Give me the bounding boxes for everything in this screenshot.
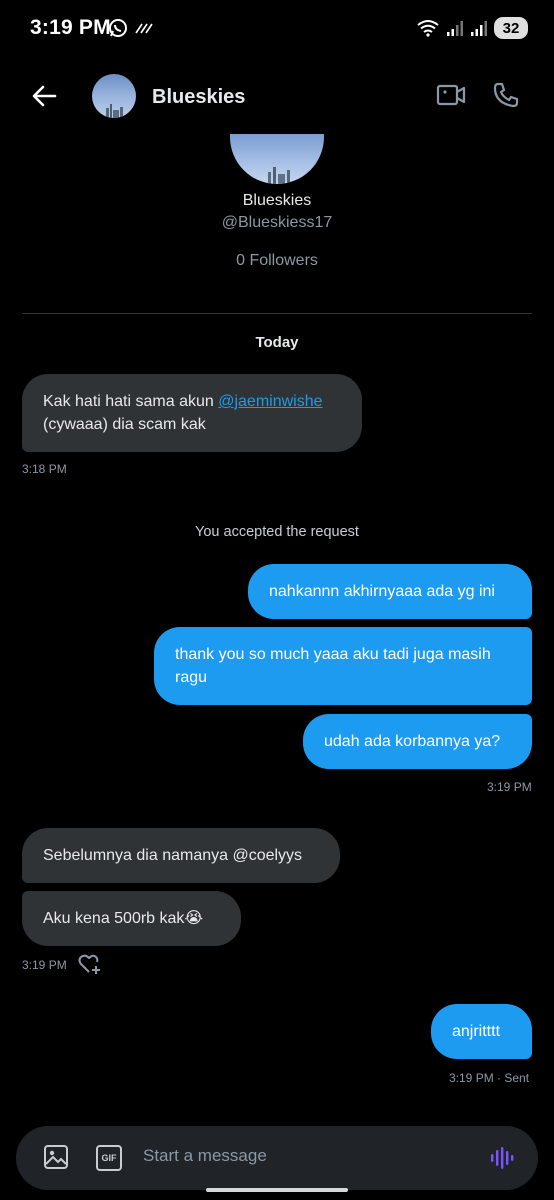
mention-link[interactable]: @jaeminwishe (218, 393, 322, 410)
gif-label: GIF (101, 1153, 117, 1163)
outgoing-message[interactable]: anjritttt (431, 1004, 532, 1059)
conversation-header: Blueskies (0, 64, 554, 130)
incoming-message[interactable]: Sebelumnya dia namanya @coelyys (22, 828, 340, 883)
message-text-part: (cywaaa) dia scam kak (43, 416, 206, 433)
outgoing-message[interactable]: thank you so much yaaa aku tadi juga mas… (154, 627, 532, 705)
message-timestamp: 3:19 PM (22, 958, 67, 972)
outgoing-message[interactable]: nahkannn akhirnyaaa ada yg ini (248, 564, 532, 619)
outgoing-message[interactable]: udah ada korbannya ya? (303, 714, 532, 769)
message-timestamp: 3:18 PM (22, 462, 67, 476)
message-text: Sebelumnya dia namanya @coelyys (43, 847, 303, 864)
message-text: Kak hati hati sama akun @jaeminwishe (cy… (43, 390, 323, 436)
whatsapp-icon (109, 19, 127, 37)
message-text: anjritttt (452, 1023, 501, 1040)
status-time: 3:19 PM (30, 16, 111, 39)
image-icon[interactable] (43, 1144, 69, 1170)
back-button[interactable] (28, 80, 60, 112)
message-timestamp: 3:19 PM (487, 780, 532, 794)
incoming-message[interactable]: Aku kena 500rb kak😭 (22, 891, 241, 946)
conversation-title[interactable]: Blueskies (152, 86, 245, 109)
status-system-icons: 32 (416, 17, 528, 39)
skyline-image (106, 104, 123, 118)
date-separator: Today (255, 334, 299, 351)
message-text: udah ada korbannya ya? (324, 733, 501, 750)
message-input[interactable] (143, 1146, 463, 1166)
profile-handle: @Blueskiess17 (221, 214, 333, 231)
gif-button[interactable]: GIF (96, 1145, 122, 1171)
home-indicator[interactable] (206, 1188, 348, 1192)
profile-followers: 0 Followers (236, 252, 318, 269)
video-camera-icon (436, 84, 466, 106)
message-text: Aku kena 500rb kak😭 (43, 910, 204, 927)
voice-message-icon[interactable] (490, 1145, 516, 1171)
message-status: 3:19 PM · Sent (449, 1071, 530, 1085)
message-text-part: Kak hati hati sama akun (43, 393, 219, 410)
phone-icon (493, 82, 519, 108)
status-notification-icons (108, 18, 154, 38)
video-call-button[interactable] (436, 82, 466, 113)
arrow-left-icon (32, 85, 57, 107)
voice-call-button[interactable] (492, 81, 520, 114)
heart-plus-icon[interactable] (78, 953, 102, 975)
skyline-image (268, 167, 290, 184)
status-bar: 3:19 PM 32 (0, 0, 554, 60)
system-message: You accepted the request (195, 524, 359, 540)
profile-avatar[interactable] (230, 134, 324, 184)
avatar[interactable] (92, 74, 136, 118)
cell-signal-2-icon (471, 21, 487, 36)
message-text: thank you so much yaaa aku tadi juga mas… (175, 646, 491, 686)
signal-strike-icon (135, 23, 153, 34)
message-composer: GIF (16, 1126, 538, 1190)
profile-name: Blueskies (242, 192, 312, 209)
battery-indicator: 32 (494, 17, 528, 39)
incoming-message[interactable]: Kak hati hati sama akun @jaeminwishe (cy… (22, 374, 362, 452)
wifi-icon (417, 20, 439, 37)
divider (22, 313, 532, 314)
cell-signal-icon (447, 21, 463, 36)
message-text: nahkannn akhirnyaaa ada yg ini (269, 583, 495, 600)
